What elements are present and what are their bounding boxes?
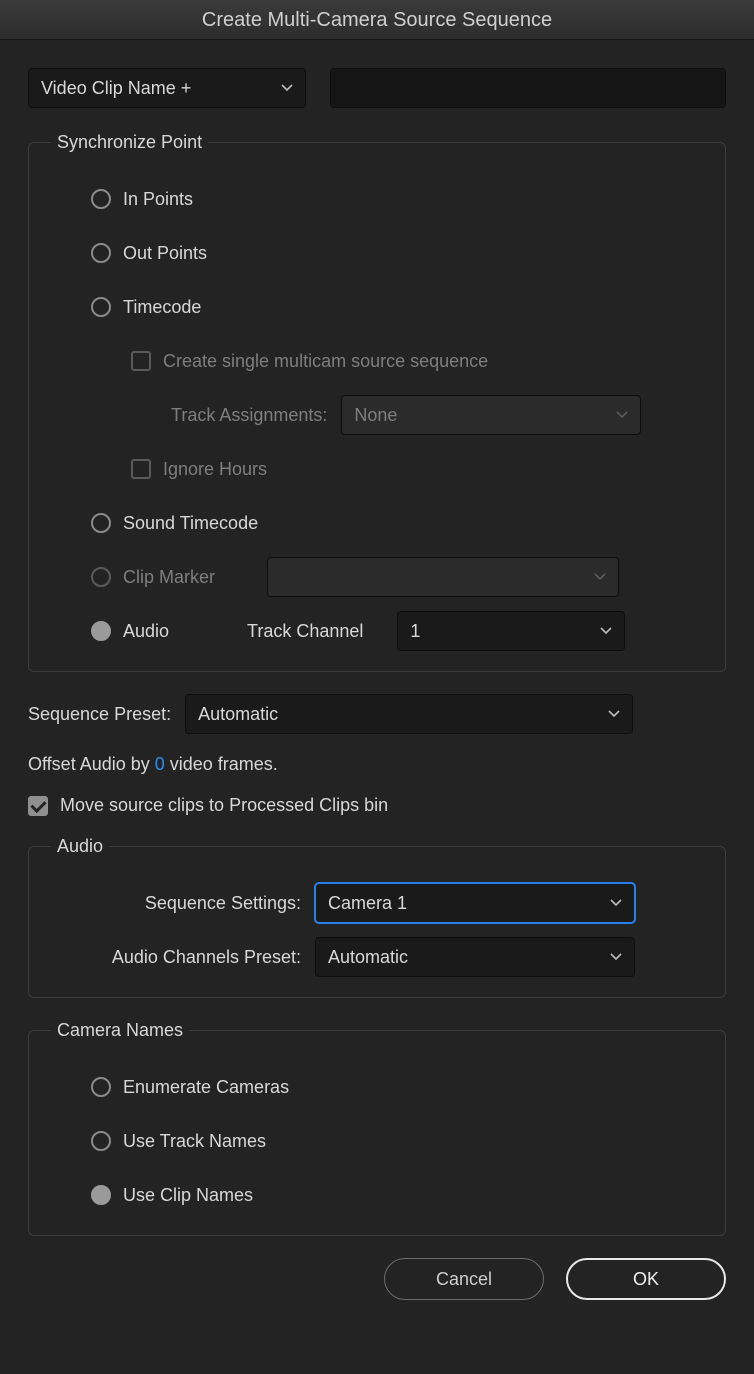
label-timecode: Timecode: [123, 297, 201, 318]
radio-enumerate-cameras[interactable]: [91, 1077, 111, 1097]
label-track-assignments: Track Assignments:: [171, 405, 327, 426]
label-create-single: Create single multicam source sequence: [163, 351, 488, 372]
dialog-title: Create Multi-Camera Source Sequence: [0, 0, 754, 40]
radio-use-clip-names[interactable]: [91, 1185, 111, 1205]
sequence-settings-value: Camera 1: [328, 893, 407, 914]
label-out-points: Out Points: [123, 243, 207, 264]
radio-use-track-names[interactable]: [91, 1131, 111, 1151]
audio-channels-preset-value: Automatic: [328, 947, 408, 968]
label-use-clip-names: Use Clip Names: [123, 1185, 253, 1206]
radio-audio[interactable]: [91, 621, 111, 641]
offset-value[interactable]: 0: [155, 754, 165, 774]
offset-pre: Offset Audio by: [28, 754, 155, 774]
audio-channels-preset-select[interactable]: Automatic: [315, 937, 635, 977]
checkbox-ignore-hours: [131, 459, 151, 479]
clip-name-mode-value: Video Clip Name +: [41, 78, 191, 99]
label-use-track-names: Use Track Names: [123, 1131, 266, 1152]
label-enumerate-cameras: Enumerate Cameras: [123, 1077, 289, 1098]
cancel-button[interactable]: Cancel: [384, 1258, 544, 1300]
track-channel-select[interactable]: 1: [397, 611, 625, 651]
sequence-preset-select[interactable]: Automatic: [185, 694, 633, 734]
chevron-down-icon: [616, 409, 628, 421]
radio-sound-timecode[interactable]: [91, 513, 111, 533]
synchronize-point-group: Synchronize Point In Points Out Points T…: [28, 132, 726, 672]
radio-timecode[interactable]: [91, 297, 111, 317]
audio-legend: Audio: [51, 836, 109, 857]
label-audio: Audio: [123, 621, 233, 642]
track-assignments-value: None: [354, 405, 397, 426]
radio-in-points[interactable]: [91, 189, 111, 209]
checkbox-move-source-clips[interactable]: [28, 796, 48, 816]
chevron-down-icon: [610, 897, 622, 909]
clip-name-suffix-input[interactable]: [330, 68, 726, 108]
chevron-down-icon: [600, 625, 612, 637]
radio-out-points[interactable]: [91, 243, 111, 263]
ok-button[interactable]: OK: [566, 1258, 726, 1300]
cancel-button-label: Cancel: [436, 1269, 492, 1290]
track-channel-value: 1: [410, 621, 420, 642]
label-in-points: In Points: [123, 189, 193, 210]
label-track-channel: Track Channel: [247, 621, 363, 642]
chevron-down-icon: [610, 951, 622, 963]
camera-names-group: Camera Names Enumerate Cameras Use Track…: [28, 1020, 726, 1236]
label-sound-timecode: Sound Timecode: [123, 513, 258, 534]
dialog-body: Video Clip Name + Synchronize Point In P…: [0, 40, 754, 1318]
radio-clip-marker: [91, 567, 111, 587]
camera-names-legend: Camera Names: [51, 1020, 189, 1041]
chevron-down-icon: [594, 571, 606, 583]
track-assignments-select: None: [341, 395, 641, 435]
label-sequence-preset: Sequence Preset:: [28, 704, 171, 725]
audio-group: Audio Sequence Settings: Camera 1 Audio …: [28, 836, 726, 998]
checkbox-create-single: [131, 351, 151, 371]
label-ignore-hours: Ignore Hours: [163, 459, 267, 480]
chevron-down-icon: [281, 82, 293, 94]
label-sequence-settings: Sequence Settings:: [91, 893, 301, 914]
chevron-down-icon: [608, 708, 620, 720]
label-clip-marker: Clip Marker: [123, 567, 253, 588]
clip-marker-select: [267, 557, 619, 597]
sequence-settings-select[interactable]: Camera 1: [315, 883, 635, 923]
clip-name-mode-select[interactable]: Video Clip Name +: [28, 68, 306, 108]
sequence-preset-value: Automatic: [198, 704, 278, 725]
offset-audio-text: Offset Audio by 0 video frames.: [28, 754, 726, 775]
offset-post: video frames.: [165, 754, 278, 774]
synchronize-point-legend: Synchronize Point: [51, 132, 208, 153]
label-move-source-clips: Move source clips to Processed Clips bin: [60, 795, 388, 816]
ok-button-label: OK: [633, 1269, 659, 1290]
label-audio-channels-preset: Audio Channels Preset:: [91, 947, 301, 968]
